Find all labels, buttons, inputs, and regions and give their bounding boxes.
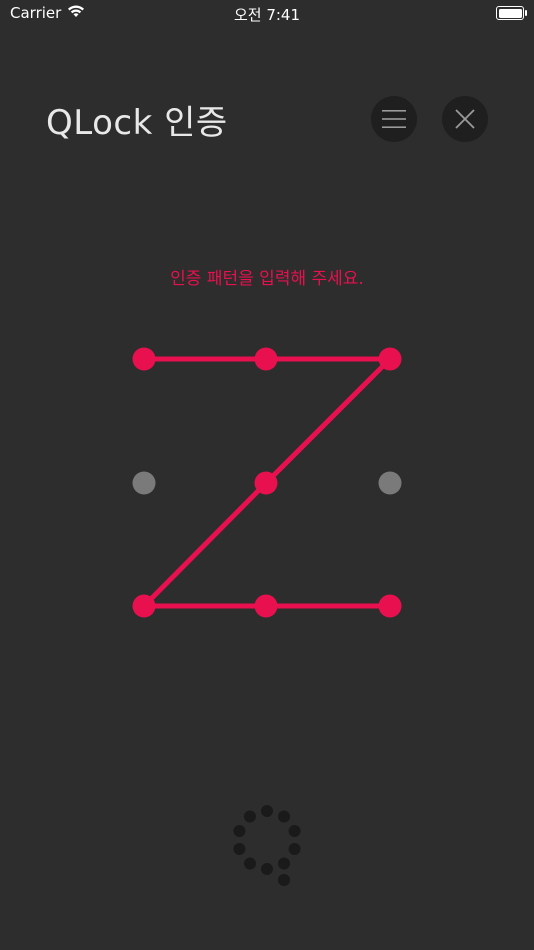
pattern-segment [263,356,393,486]
pattern-dot-9[interactable] [378,594,402,618]
pattern-dot-4[interactable] [132,471,156,495]
pattern-dot-5[interactable] [254,471,278,495]
pattern-dot-6[interactable] [378,471,402,495]
pattern-dot-2[interactable] [254,347,278,371]
pattern-lock[interactable] [0,0,534,950]
pattern-dot-1[interactable] [132,347,156,371]
pattern-dot-8[interactable] [254,594,278,618]
pattern-segment [141,480,269,609]
pattern-dot-7[interactable] [132,594,156,618]
pattern-dot-3[interactable] [378,347,402,371]
